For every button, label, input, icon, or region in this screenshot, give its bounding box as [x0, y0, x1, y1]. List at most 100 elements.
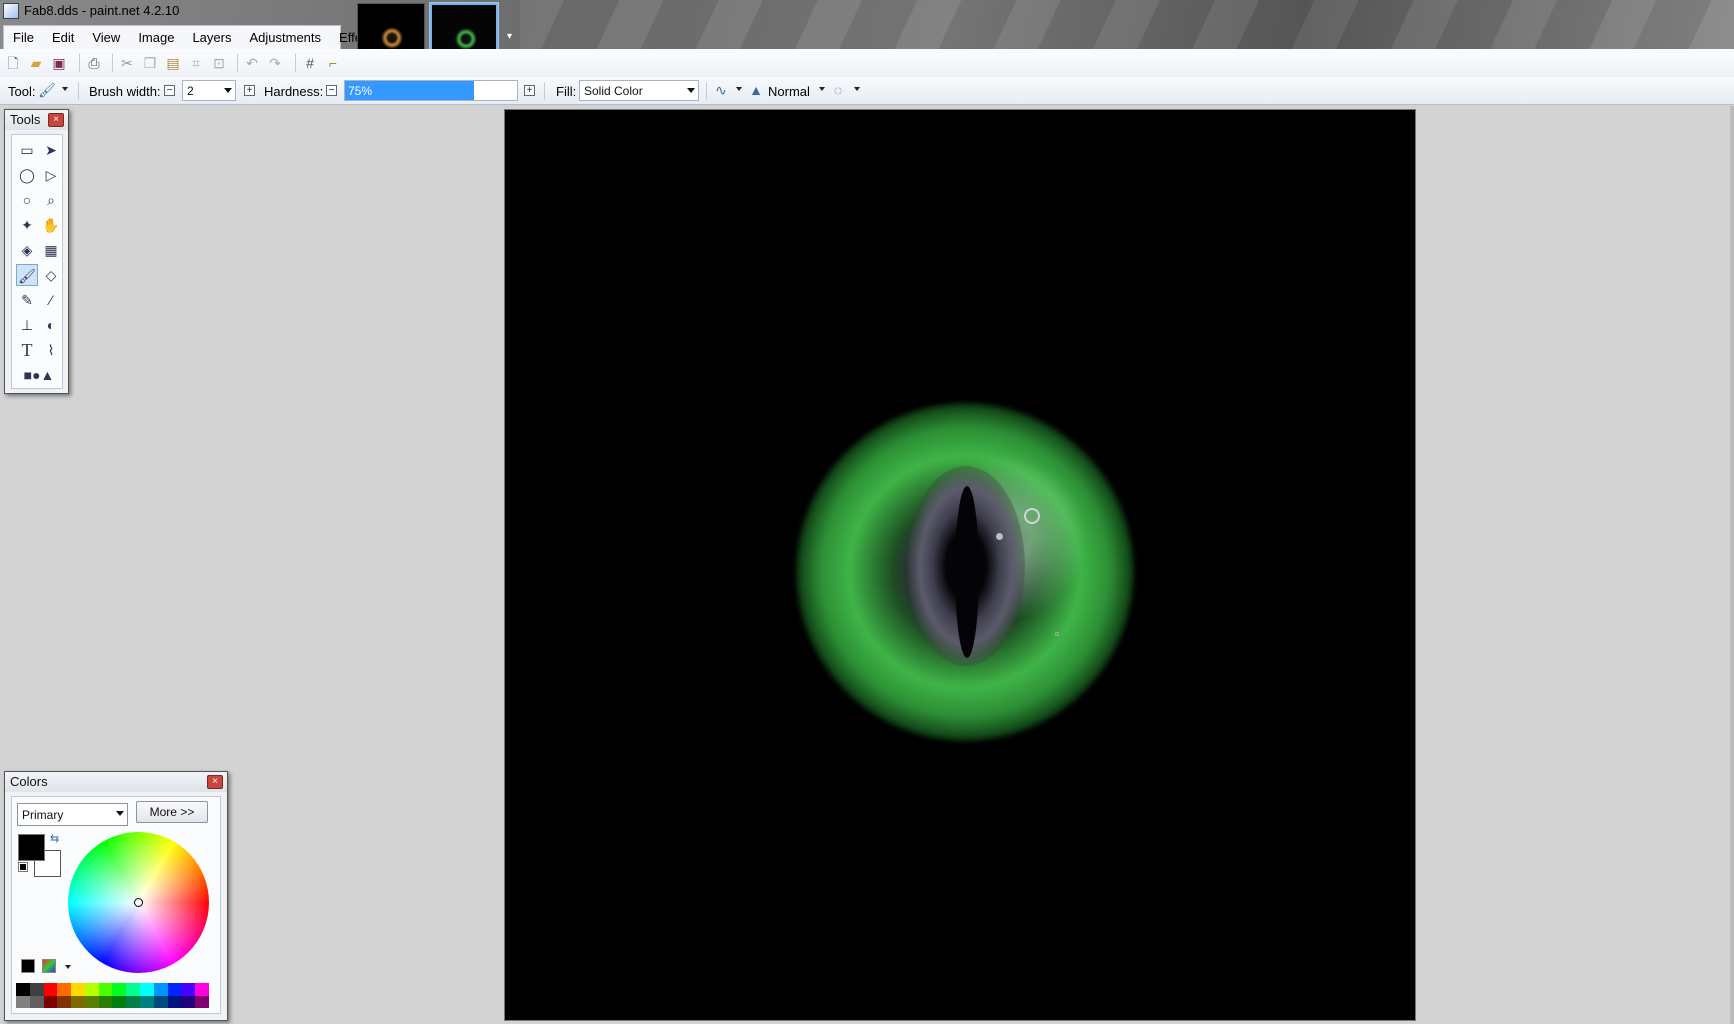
menu-file[interactable]: File	[4, 30, 43, 45]
clone-stamp-icon[interactable]: ⊥	[16, 314, 38, 336]
line-curve-icon[interactable]: ⌇	[40, 339, 62, 361]
blend-mode-icon[interactable]: ▲	[747, 81, 765, 99]
open-icon[interactable]: ▰	[27, 54, 45, 72]
menu-image[interactable]: Image	[129, 30, 183, 45]
move-selection-icon[interactable]: ▷	[40, 164, 62, 186]
palette-swatch[interactable]	[167, 983, 182, 996]
menu-edit[interactable]: Edit	[43, 30, 83, 45]
palette-swatch[interactable]	[126, 995, 141, 1008]
palette-swatch[interactable]	[71, 995, 85, 1008]
palette-swatch[interactable]	[153, 995, 168, 1008]
blend-mode-dropdown-icon[interactable]	[819, 87, 825, 91]
palette-swatch[interactable]	[140, 995, 154, 1008]
selection-mode-dropdown-icon[interactable]	[854, 87, 860, 91]
palette-swatch[interactable]	[43, 983, 58, 996]
zoom-icon[interactable]: ⌕	[40, 189, 62, 211]
add-to-palette-icon[interactable]	[21, 959, 35, 973]
paste-icon[interactable]: ▤	[164, 54, 182, 72]
color-wheel-cursor[interactable]	[134, 898, 143, 907]
cut-icon[interactable]: ✂	[118, 54, 136, 72]
reset-colors-icon[interactable]	[18, 862, 28, 872]
menu-adjustments[interactable]: Adjustments	[240, 30, 330, 45]
rectangle-select-icon[interactable]: ▭	[16, 139, 38, 161]
palette-swatch[interactable]	[181, 983, 196, 996]
palette-swatch[interactable]	[112, 983, 127, 996]
redo-icon[interactable]: ↷	[266, 54, 284, 72]
text-icon[interactable]: T	[16, 339, 38, 361]
close-icon[interactable]: ×	[48, 113, 64, 127]
gradient-icon[interactable]: ▦	[40, 239, 62, 261]
shapes-icon[interactable]: ■●▲	[16, 364, 62, 386]
ellipse-select-icon[interactable]: ○	[16, 189, 38, 211]
palette-swatch[interactable]	[98, 983, 113, 996]
deselect-icon[interactable]: ⊡	[210, 54, 228, 72]
copy-icon[interactable]: ❐	[141, 54, 159, 72]
undo-icon[interactable]: ↶	[243, 54, 261, 72]
palette-swatch[interactable]	[112, 995, 127, 1008]
hardness-increase-button[interactable]: +	[524, 85, 535, 96]
palette-swatch[interactable]	[167, 995, 182, 1008]
tool-dropdown-icon[interactable]	[62, 87, 68, 91]
palette-swatch[interactable]	[71, 983, 85, 996]
blend-mode-value[interactable]: Normal	[768, 84, 810, 99]
crop-icon[interactable]: ⌗	[187, 54, 205, 72]
swap-colors-icon[interactable]: ⇆	[50, 832, 59, 845]
palette-swatch[interactable]	[29, 995, 44, 1008]
hardness-slider[interactable]: 75%	[344, 80, 518, 101]
menu-layers[interactable]: Layers	[183, 30, 240, 45]
palette-swatch[interactable]	[16, 995, 30, 1008]
color-target-select[interactable]: Primary	[17, 803, 128, 826]
paintbrush-tool-icon[interactable]: 🖌	[38, 81, 56, 99]
palette-swatch[interactable]	[43, 995, 58, 1008]
chevron-down-icon[interactable]	[224, 88, 232, 93]
menu-view[interactable]: View	[83, 30, 129, 45]
palette-swatch[interactable]	[181, 995, 196, 1008]
chevron-down-icon[interactable]	[116, 811, 124, 816]
new-icon[interactable]: 🗋	[4, 54, 22, 72]
palette-swatch[interactable]	[57, 983, 72, 996]
recolor-icon[interactable]: ◐	[40, 314, 62, 336]
color-picker-icon[interactable]: ⁄	[40, 289, 62, 311]
tab-overflow-icon[interactable]: ▾	[507, 31, 519, 43]
close-icon[interactable]: ×	[207, 775, 223, 789]
pencil-icon[interactable]: ✎	[16, 289, 38, 311]
brush-width-decrease-button[interactable]: −	[164, 85, 175, 96]
image-canvas[interactable]	[504, 109, 1416, 1021]
palette-swatch[interactable]	[195, 983, 209, 996]
primary-color-swatch[interactable]	[18, 834, 45, 861]
eraser-icon[interactable]: ◇	[40, 264, 62, 286]
brush-width-increase-button[interactable]: +	[244, 85, 255, 96]
selection-mode-icon[interactable]: ◌	[829, 81, 847, 99]
palette-swatch[interactable]	[153, 983, 168, 996]
pan-hand-icon[interactable]: ✋	[40, 214, 62, 236]
brush-width-input[interactable]: 2	[182, 80, 236, 101]
print-icon[interactable]: ⎙	[85, 54, 103, 72]
palette-swatch[interactable]	[140, 983, 154, 996]
more-colors-button[interactable]: More >>	[136, 801, 208, 823]
palette-swatch[interactable]	[29, 983, 44, 996]
ruler-icon[interactable]: ⌐	[324, 54, 342, 72]
lasso-select-icon[interactable]: ◯	[16, 164, 38, 186]
move-selected-pixels-icon[interactable]: ➤	[40, 139, 62, 161]
palette-swatch[interactable]	[195, 995, 209, 1008]
palette-menu-icon[interactable]	[42, 959, 56, 973]
fill-select[interactable]: Solid Color	[579, 80, 699, 101]
magic-wand-icon[interactable]: ✦	[16, 214, 38, 236]
antialiasing-icon[interactable]: ∿	[712, 81, 730, 99]
hardness-decrease-button[interactable]: −	[326, 85, 337, 96]
palette-swatch[interactable]	[84, 995, 99, 1008]
paintbrush-icon[interactable]: 🖌	[16, 264, 38, 286]
palette-menu-dropdown-icon[interactable]	[65, 965, 71, 969]
antialiasing-dropdown-icon[interactable]	[736, 87, 742, 91]
app-icon[interactable]	[3, 3, 19, 19]
palette-swatch[interactable]	[84, 983, 99, 996]
palette-swatch[interactable]	[98, 995, 113, 1008]
paint-bucket-icon[interactable]: ◈	[16, 239, 38, 261]
chevron-down-icon[interactable]	[687, 88, 695, 93]
palette-swatch[interactable]	[57, 995, 72, 1008]
palette-swatch[interactable]	[16, 983, 30, 996]
save-icon[interactable]: ▣	[50, 54, 68, 72]
palette-swatch[interactable]	[126, 983, 141, 996]
color-wheel[interactable]	[68, 832, 209, 973]
grid-icon[interactable]: #	[301, 54, 319, 72]
